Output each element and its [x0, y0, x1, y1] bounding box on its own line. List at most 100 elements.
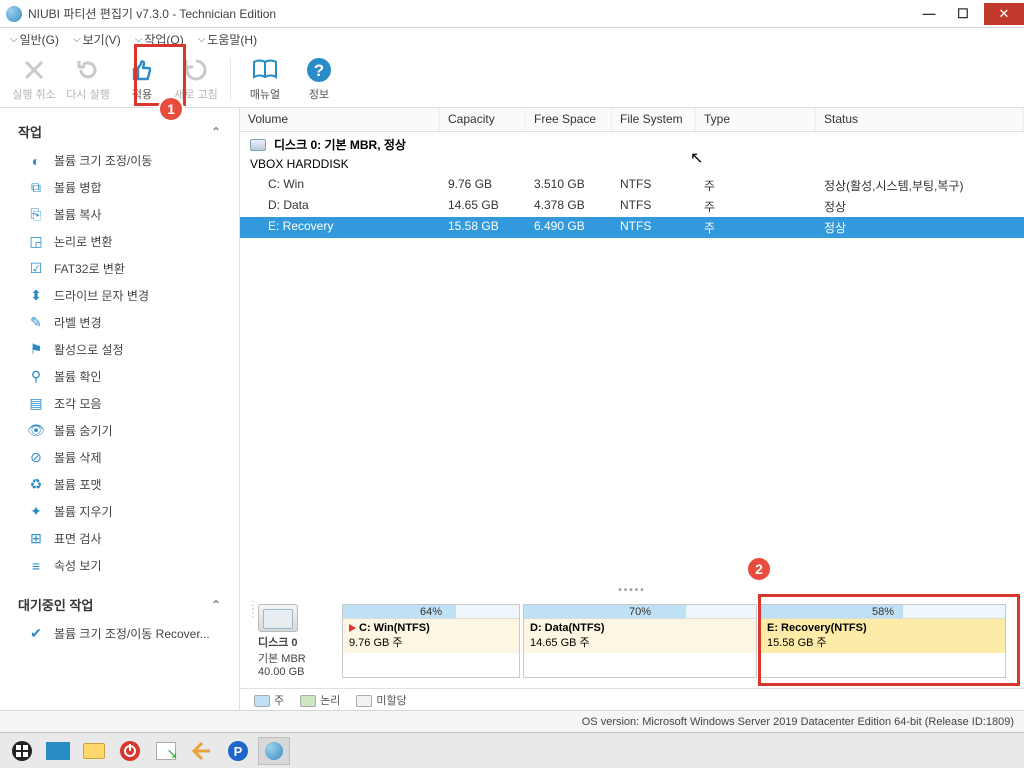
app-icon-1[interactable]: ↘ — [150, 737, 182, 765]
undo-button[interactable]: 실행 취소 — [10, 56, 58, 102]
disk-header[interactable]: 디스크 0: 기본 MBR, 정상 VBOX HARDDISK — [240, 132, 1024, 175]
volume-row[interactable]: D: Data14.65 GB4.378 GBNTFS주정상 — [240, 196, 1024, 217]
fat32-icon: ☑ — [28, 261, 44, 277]
sidebar-item[interactable]: ▤ 조각 모음 — [0, 390, 239, 417]
title-bar: NIUBI 파티션 편집기 v7.3.0 - Technician Editio… — [0, 0, 1024, 28]
sidebar-item-label: 볼륨 지우기 — [54, 503, 113, 520]
col-fs[interactable]: File System — [612, 108, 696, 131]
taskbar: ↘ P — [0, 732, 1024, 768]
sidebar-item[interactable]: ⊘볼륨 삭제 — [0, 444, 239, 471]
maximize-button[interactable]: ☐ — [946, 3, 980, 25]
col-type[interactable]: Type — [696, 108, 816, 131]
sidebar-item-label: 볼륨 삭제 — [54, 449, 102, 466]
info-button[interactable]: ? 정보 — [295, 56, 343, 102]
sidebar-item[interactable]: ✦ 볼륨 지우기 — [0, 498, 239, 525]
os-version-label: OS version: Microsoft Windows Server 201… — [582, 716, 1014, 728]
sidebar-item[interactable]: ♻ 볼륨 포맷 — [0, 471, 239, 498]
sidebar-item[interactable]: ⧉ 볼륨 병합 — [0, 174, 239, 201]
col-free[interactable]: Free Space — [526, 108, 612, 131]
sidebar-item[interactable]: ⚲ 볼륨 확인 — [0, 363, 239, 390]
question-icon: ? — [305, 56, 333, 84]
manual-button[interactable]: 매뉴얼 — [241, 56, 289, 102]
x-icon — [20, 56, 48, 84]
sidebar-item[interactable]: ◐볼륨 크기 조정/이동 — [0, 147, 239, 174]
sidebar-item[interactable]: ⎘볼륨 복사 — [0, 201, 239, 228]
logical-icon: ◲ — [28, 234, 44, 250]
sidebar-item[interactable]: ☑ FAT32로 변환 — [0, 255, 239, 282]
sidebar-item[interactable]: 👁볼륨 숨기기 — [0, 417, 239, 444]
chevron-up-icon: ⌃ — [211, 598, 221, 612]
volume-row[interactable]: C: Win9.76 GB3.510 GBNTFS주정상(활성,시스템,부팅,복… — [240, 175, 1024, 196]
book-icon — [251, 56, 279, 84]
disk-map-partition[interactable]: 70% D: Data(NTFS)14.65 GB 주 — [523, 604, 757, 678]
col-capacity[interactable]: Capacity — [440, 108, 526, 131]
toolbar: 실행 취소 다시 실행 적용 새로 고침 매뉴얼 ? 정보 1 — [0, 50, 1024, 108]
svg-text:?: ? — [314, 61, 324, 80]
sidebar-item-label: 드라이브 문자 변경 — [54, 287, 149, 304]
sidebar-item[interactable]: ⬍드라이브 문자 변경 — [0, 282, 239, 309]
wipe-icon: ✦ — [28, 504, 44, 520]
content-area: Volume Capacity Free Space File System T… — [240, 108, 1024, 710]
taskview-icon[interactable] — [42, 737, 74, 765]
flag-icon — [349, 624, 356, 632]
app-icon — [6, 6, 22, 22]
sidebar-item[interactable]: ⚑활성으로 설정 — [0, 336, 239, 363]
minimize-button[interactable]: — — [912, 3, 946, 25]
sidebar-item-label: 조각 모음 — [54, 395, 102, 412]
sidebar-item-label: 볼륨 포맷 — [54, 476, 102, 493]
sidebar-item-label: 볼륨 확인 — [54, 368, 102, 385]
resize-icon: ◐ — [28, 153, 44, 169]
sidebar-item-label: FAT32로 변환 — [54, 260, 125, 277]
disk-map-partition[interactable]: 64% C: Win(NTFS)9.76 GB 주 — [342, 604, 520, 678]
sidebar-item-label: 논리로 변환 — [54, 233, 113, 250]
sidebar-item-label: 볼륨 병합 — [54, 179, 102, 196]
app-icon-2[interactable] — [186, 737, 218, 765]
refresh-icon — [182, 56, 210, 84]
undo-label: 실행 취소 — [12, 86, 56, 102]
check-icon: ✔ — [28, 626, 44, 642]
app-icon-3[interactable]: P — [222, 737, 254, 765]
pending-item[interactable]: ✔볼륨 크기 조정/이동 Recover... — [0, 620, 239, 647]
col-status[interactable]: Status — [816, 108, 1024, 131]
status-bar: OS version: Microsoft Windows Server 201… — [0, 710, 1024, 732]
check-icon: ⚲ — [28, 369, 44, 385]
disk-drive-icon — [258, 604, 298, 632]
info-label: 정보 — [309, 86, 329, 102]
redo-button[interactable]: 다시 실행 — [64, 56, 112, 102]
sidebar-item-label: 볼륨 숨기기 — [54, 422, 113, 439]
menu-help[interactable]: ⌵도움말(H) — [198, 31, 257, 48]
sidebar-item-label: 라벨 변경 — [54, 314, 102, 331]
app-icon-active[interactable] — [258, 737, 290, 765]
redo-label: 다시 실행 — [66, 86, 110, 102]
volume-list-header: Volume Capacity Free Space File System T… — [240, 108, 1024, 132]
power-icon[interactable] — [114, 737, 146, 765]
sidebar-item[interactable]: ≡ 속성 보기 — [0, 552, 239, 579]
sidebar-section-pending[interactable]: 대기중인 작업 ⌃ — [0, 589, 239, 620]
menu-view[interactable]: ⌵보기(V) — [73, 31, 121, 48]
props-icon: ≡ — [28, 558, 44, 574]
svg-text:P: P — [234, 744, 243, 759]
volume-row[interactable]: E: Recovery15.58 GB6.490 GBNTFS주정상 — [240, 217, 1024, 238]
sidebar-item[interactable]: ✎라벨 변경 — [0, 309, 239, 336]
manual-label: 매뉴얼 — [250, 86, 280, 102]
redo-icon — [74, 56, 102, 84]
close-button[interactable]: ✕ — [984, 3, 1024, 25]
disk-icon — [250, 139, 266, 151]
sidebar: 작업 ⌃ ◐볼륨 크기 조정/이동 ⧉ 볼륨 병합 ⎘볼륨 복사 ◲ 논리로 변환 ☑ FAT… — [0, 108, 240, 710]
disk-map: ⋮⋮⋮ 디스크 0 기본 MBR 40.00 GB 64% C: Win(NTF… — [240, 598, 1024, 688]
sidebar-item-label: 활성으로 설정 — [54, 341, 124, 358]
disk-map-info[interactable]: 디스크 0 기본 MBR 40.00 GB — [258, 604, 338, 678]
sidebar-section-ops[interactable]: 작업 ⌃ — [0, 116, 239, 147]
sidebar-item[interactable]: ◲ 논리로 변환 — [0, 228, 239, 255]
menu-general[interactable]: ⌵일반(G) — [10, 31, 59, 48]
sidebar-item-label: 속성 보기 — [54, 557, 102, 574]
surface-icon: ⊞ — [28, 531, 44, 547]
merge-icon: ⧉ — [28, 180, 44, 196]
defrag-icon: ▤ — [28, 396, 44, 412]
col-volume[interactable]: Volume — [240, 108, 440, 131]
start-button[interactable] — [6, 737, 38, 765]
annotation-box-2 — [758, 594, 1020, 686]
sidebar-item[interactable]: ⊞표면 검사 — [0, 525, 239, 552]
format-icon: ♻ — [28, 477, 44, 493]
explorer-icon[interactable] — [78, 737, 110, 765]
